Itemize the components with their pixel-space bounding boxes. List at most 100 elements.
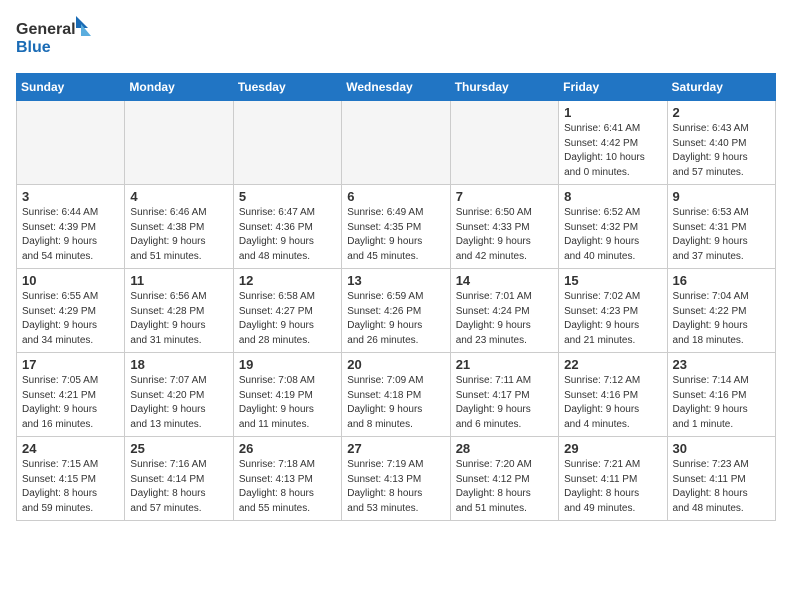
day-info: Sunrise: 6:56 AM Sunset: 4:28 PM Dayligh…	[130, 290, 227, 348]
day-info: Sunrise: 6:53 AM Sunset: 4:31 PM Dayligh…	[673, 206, 770, 264]
calendar-week-row: 10 Sunrise: 6:55 AM Sunset: 4:29 PM Dayli…	[17, 269, 776, 353]
day-number: 30	[673, 441, 770, 456]
day-info: Sunrise: 6:49 AM Sunset: 4:35 PM Dayligh…	[347, 206, 444, 264]
calendar-day-cell	[233, 101, 341, 185]
calendar-day-cell: 17 Sunrise: 7:05 AM Sunset: 4:21 PM Dayli…	[17, 353, 125, 437]
day-info: Sunrise: 6:44 AM Sunset: 4:39 PM Dayligh…	[22, 206, 119, 264]
day-number: 15	[564, 273, 661, 288]
calendar-day-cell	[17, 101, 125, 185]
day-number: 6	[347, 189, 444, 204]
day-number: 13	[347, 273, 444, 288]
day-number: 16	[673, 273, 770, 288]
day-info: Sunrise: 6:55 AM Sunset: 4:29 PM Dayligh…	[22, 290, 119, 348]
calendar-day-cell: 19 Sunrise: 7:08 AM Sunset: 4:19 PM Dayli…	[233, 353, 341, 437]
day-number: 9	[673, 189, 770, 204]
weekday-header: Thursday	[450, 74, 558, 101]
day-number: 27	[347, 441, 444, 456]
day-info: Sunrise: 7:21 AM Sunset: 4:11 PM Dayligh…	[564, 458, 661, 516]
calendar-day-cell: 3 Sunrise: 6:44 AM Sunset: 4:39 PM Daylig…	[17, 185, 125, 269]
day-number: 3	[22, 189, 119, 204]
day-number: 12	[239, 273, 336, 288]
day-info: Sunrise: 7:09 AM Sunset: 4:18 PM Dayligh…	[347, 374, 444, 432]
day-number: 4	[130, 189, 227, 204]
calendar-table: SundayMondayTuesdayWednesdayThursdayFrid…	[16, 73, 776, 521]
calendar-day-cell: 18Sunrise: 7:07 AM Sunset: 4:20 PM Dayli…	[125, 353, 233, 437]
day-number: 11	[130, 273, 227, 288]
calendar-day-cell: 5Sunrise: 6:47 AM Sunset: 4:36 PM Daylig…	[233, 185, 341, 269]
day-number: 19	[239, 357, 336, 372]
calendar-week-row: 24Sunrise: 7:15 AM Sunset: 4:15 PM Dayli…	[17, 437, 776, 521]
day-info: Sunrise: 7:08 AM Sunset: 4:19 PM Dayligh…	[239, 374, 336, 432]
day-info: Sunrise: 7:19 AM Sunset: 4:13 PM Dayligh…	[347, 458, 444, 516]
calendar-day-cell: 11 Sunrise: 6:56 AM Sunset: 4:28 PM Dayli…	[125, 269, 233, 353]
day-info: Sunrise: 7:12 AM Sunset: 4:16 PM Dayligh…	[564, 374, 661, 432]
day-info: Sunrise: 6:46 AM Sunset: 4:38 PM Dayligh…	[130, 206, 227, 264]
day-info: Sunrise: 7:04 AM Sunset: 4:22 PM Dayligh…	[673, 290, 770, 348]
day-number: 24	[22, 441, 119, 456]
day-number: 18	[130, 357, 227, 372]
calendar-day-cell: 23 Sunrise: 7:14 AM Sunset: 4:16 PM Dayli…	[667, 353, 775, 437]
calendar-day-cell: 7 Sunrise: 6:50 AM Sunset: 4:33 PM Daylig…	[450, 185, 558, 269]
day-info: Sunrise: 6:52 AM Sunset: 4:32 PM Dayligh…	[564, 206, 661, 264]
calendar-day-cell: 29Sunrise: 7:21 AM Sunset: 4:11 PM Dayli…	[559, 437, 667, 521]
day-number: 7	[456, 189, 553, 204]
day-info: Sunrise: 7:14 AM Sunset: 4:16 PM Dayligh…	[673, 374, 770, 432]
day-info: Sunrise: 7:02 AM Sunset: 4:23 PM Dayligh…	[564, 290, 661, 348]
day-info: Sunrise: 6:58 AM Sunset: 4:27 PM Dayligh…	[239, 290, 336, 348]
calendar-day-cell	[342, 101, 450, 185]
day-number: 14	[456, 273, 553, 288]
calendar-day-cell: 24Sunrise: 7:15 AM Sunset: 4:15 PM Dayli…	[17, 437, 125, 521]
day-number: 26	[239, 441, 336, 456]
calendar-day-cell: 12 Sunrise: 6:58 AM Sunset: 4:27 PM Dayli…	[233, 269, 341, 353]
day-info: Sunrise: 7:23 AM Sunset: 4:11 PM Dayligh…	[673, 458, 770, 516]
day-info: Sunrise: 7:11 AM Sunset: 4:17 PM Dayligh…	[456, 374, 553, 432]
day-info: Sunrise: 7:16 AM Sunset: 4:14 PM Dayligh…	[130, 458, 227, 516]
weekday-header: Wednesday	[342, 74, 450, 101]
day-number: 10	[22, 273, 119, 288]
calendar-day-cell: 13 Sunrise: 6:59 AM Sunset: 4:26 PM Dayli…	[342, 269, 450, 353]
calendar-day-cell: 14Sunrise: 7:01 AM Sunset: 4:24 PM Dayli…	[450, 269, 558, 353]
logo: GeneralBlue	[16, 16, 96, 61]
weekday-header: Friday	[559, 74, 667, 101]
calendar-day-cell: 2 Sunrise: 6:43 AM Sunset: 4:40 PM Daylig…	[667, 101, 775, 185]
calendar-day-cell: 27 Sunrise: 7:19 AM Sunset: 4:13 PM Dayli…	[342, 437, 450, 521]
day-number: 23	[673, 357, 770, 372]
day-number: 28	[456, 441, 553, 456]
calendar-day-cell: 30 Sunrise: 7:23 AM Sunset: 4:11 PM Dayli…	[667, 437, 775, 521]
calendar-day-cell: 10 Sunrise: 6:55 AM Sunset: 4:29 PM Dayli…	[17, 269, 125, 353]
calendar-week-row: 17 Sunrise: 7:05 AM Sunset: 4:21 PM Dayli…	[17, 353, 776, 437]
day-info: Sunrise: 6:50 AM Sunset: 4:33 PM Dayligh…	[456, 206, 553, 264]
day-info: Sunrise: 7:05 AM Sunset: 4:21 PM Dayligh…	[22, 374, 119, 432]
page-header: GeneralBlue	[16, 16, 776, 61]
day-number: 17	[22, 357, 119, 372]
calendar-day-cell: 8 Sunrise: 6:52 AM Sunset: 4:32 PM Daylig…	[559, 185, 667, 269]
day-number: 8	[564, 189, 661, 204]
weekday-header-row: SundayMondayTuesdayWednesdayThursdayFrid…	[17, 74, 776, 101]
weekday-header: Monday	[125, 74, 233, 101]
day-info: Sunrise: 6:43 AM Sunset: 4:40 PM Dayligh…	[673, 122, 770, 180]
weekday-header: Saturday	[667, 74, 775, 101]
calendar-day-cell	[125, 101, 233, 185]
day-number: 22	[564, 357, 661, 372]
weekday-header: Tuesday	[233, 74, 341, 101]
calendar-day-cell: 9 Sunrise: 6:53 AM Sunset: 4:31 PM Daylig…	[667, 185, 775, 269]
day-info: Sunrise: 6:47 AM Sunset: 4:36 PM Dayligh…	[239, 206, 336, 264]
svg-text:General: General	[16, 21, 76, 38]
day-number: 25	[130, 441, 227, 456]
day-number: 1	[564, 105, 661, 120]
weekday-header: Sunday	[17, 74, 125, 101]
calendar-day-cell: 4 Sunrise: 6:46 AM Sunset: 4:38 PM Daylig…	[125, 185, 233, 269]
calendar-day-cell: 16 Sunrise: 7:04 AM Sunset: 4:22 PM Dayli…	[667, 269, 775, 353]
calendar-day-cell: 1 Sunrise: 6:41 AM Sunset: 4:42 PM Daylig…	[559, 101, 667, 185]
day-number: 21	[456, 357, 553, 372]
day-number: 2	[673, 105, 770, 120]
svg-text:Blue: Blue	[16, 39, 51, 56]
calendar-day-cell: 15 Sunrise: 7:02 AM Sunset: 4:23 PM Dayli…	[559, 269, 667, 353]
day-info: Sunrise: 6:41 AM Sunset: 4:42 PM Dayligh…	[564, 122, 661, 180]
day-info: Sunrise: 6:59 AM Sunset: 4:26 PM Dayligh…	[347, 290, 444, 348]
logo-svg: GeneralBlue	[16, 16, 96, 61]
day-info: Sunrise: 7:20 AM Sunset: 4:12 PM Dayligh…	[456, 458, 553, 516]
calendar-day-cell: 28 Sunrise: 7:20 AM Sunset: 4:12 PM Dayli…	[450, 437, 558, 521]
calendar-week-row: 3 Sunrise: 6:44 AM Sunset: 4:39 PM Daylig…	[17, 185, 776, 269]
day-number: 20	[347, 357, 444, 372]
